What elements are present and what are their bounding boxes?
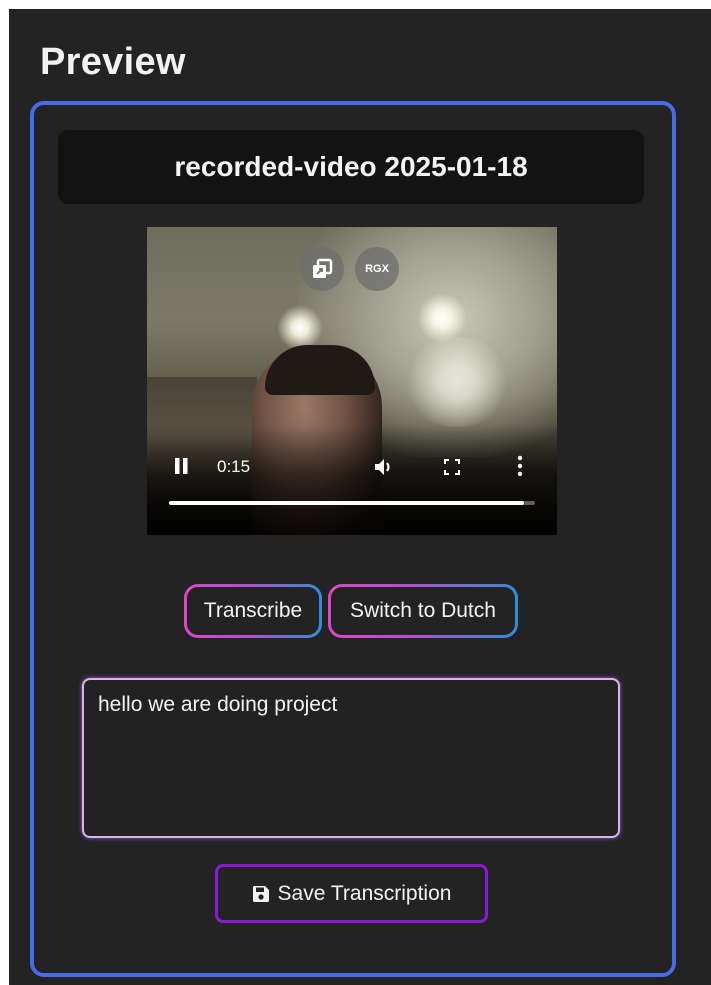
fullscreen-button[interactable] — [443, 458, 461, 476]
video-player[interactable]: RGX 0:15 — [147, 227, 557, 535]
transcription-text: hello we are doing project — [98, 693, 338, 716]
video-controls — [147, 425, 557, 535]
ceiling-light — [402, 337, 512, 427]
switch-language-button-label: Switch to Dutch — [350, 599, 496, 622]
preview-card: recorded-video 2025-01-18 RGX 0:15 Trans… — [30, 101, 676, 977]
ceiling-light — [417, 293, 467, 343]
video-title-bar: recorded-video 2025-01-18 — [58, 130, 644, 204]
transcription-textarea[interactable]: hello we are doing project — [82, 678, 620, 838]
save-transcription-label: Save Transcription — [277, 881, 452, 905]
more-options-button[interactable] — [515, 455, 525, 477]
action-button-row: Transcribe Switch to Dutch — [184, 584, 518, 638]
more-options-icon — [517, 455, 523, 477]
video-progress-fill — [169, 501, 525, 505]
volume-button[interactable] — [373, 457, 395, 477]
switch-language-button[interactable]: Switch to Dutch — [328, 584, 518, 638]
floppy-disk-icon — [252, 885, 269, 902]
current-time: 0:15 — [217, 457, 251, 476]
video-title: recorded-video 2025-01-18 — [174, 151, 528, 182]
picture-in-picture-icon — [313, 258, 333, 278]
rgx-badge-label: RGX — [365, 263, 389, 275]
transcribe-button-label: Transcribe — [203, 599, 303, 622]
video-progress-bar[interactable] — [169, 501, 535, 505]
page-title: Preview — [40, 41, 186, 83]
picture-in-picture-button[interactable] — [300, 247, 344, 291]
transcribe-button[interactable]: Transcribe — [184, 584, 322, 638]
app-window: Preview recorded-video 2025-01-18 RGX 0:… — [9, 9, 711, 985]
save-transcription-button[interactable]: Save Transcription — [215, 864, 488, 923]
pause-icon — [175, 458, 188, 474]
fullscreen-icon — [444, 459, 460, 475]
pause-button[interactable] — [173, 457, 191, 475]
rgx-badge-button[interactable]: RGX — [355, 247, 399, 291]
volume-icon — [375, 459, 390, 475]
